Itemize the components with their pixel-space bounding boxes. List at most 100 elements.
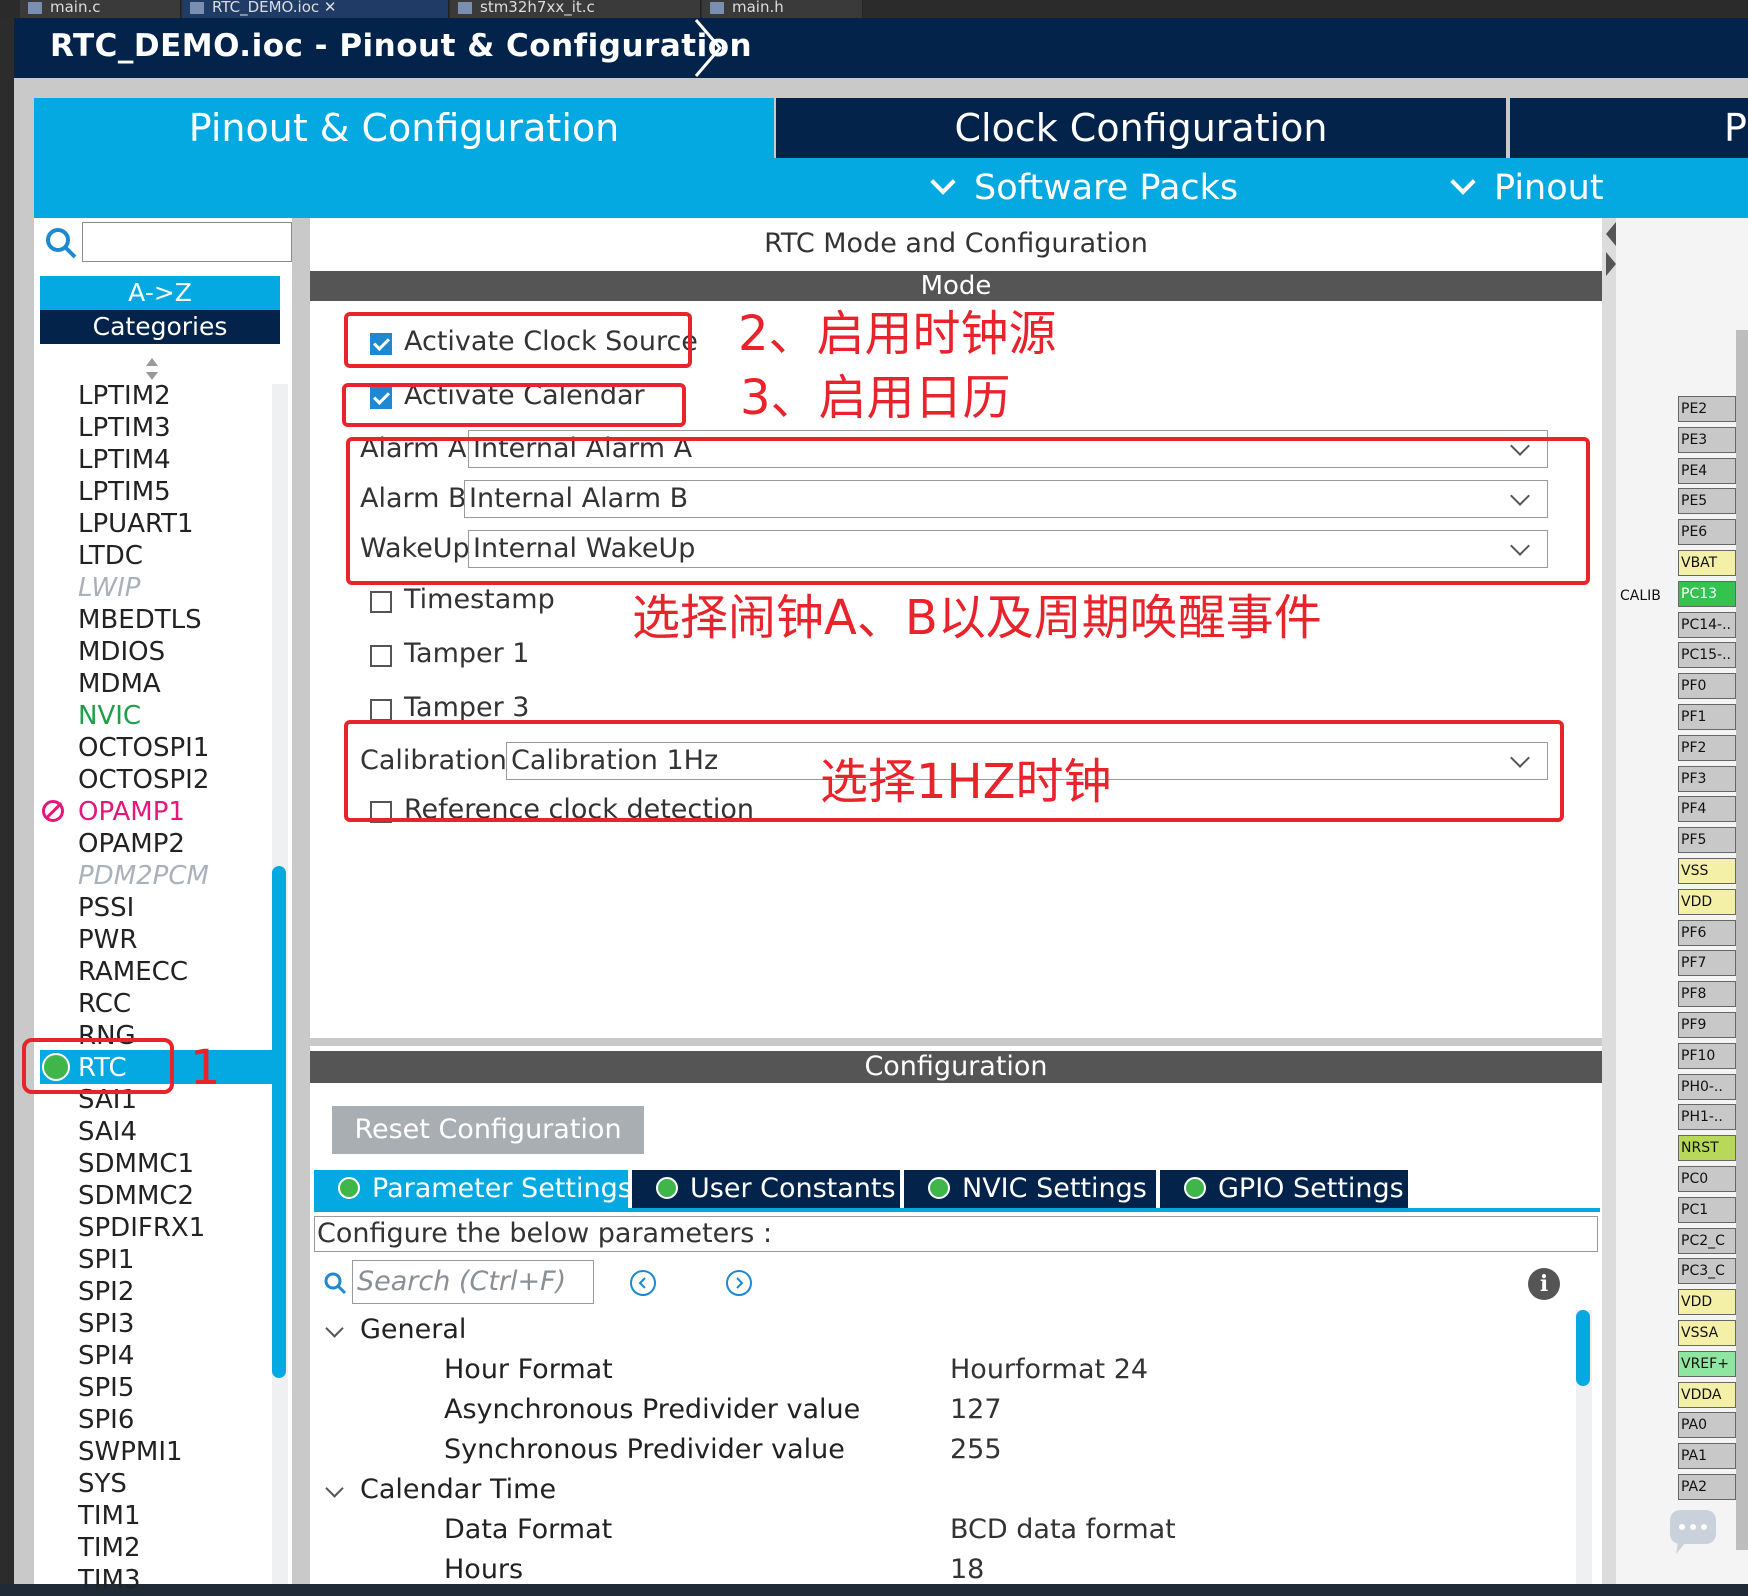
- pin-nrst[interactable]: NRST: [1678, 1135, 1736, 1161]
- sidebar-item-spi2[interactable]: SPI2: [78, 1276, 134, 1308]
- pin-ph1[interactable]: PH1-..: [1678, 1104, 1736, 1130]
- parameter-search-input[interactable]: Search (Ctrl+F): [352, 1260, 594, 1304]
- param-value[interactable]: 255: [950, 1434, 1002, 1465]
- sidebar-item-octospi2[interactable]: OCTOSPI2: [78, 764, 209, 796]
- pin-pf1[interactable]: PF1: [1678, 704, 1736, 730]
- sidebar-item-mbedtls[interactable]: MBEDTLS: [78, 604, 202, 636]
- sort-arrows-icon[interactable]: [144, 356, 160, 382]
- tab-project-manager[interactable]: P: [1510, 98, 1748, 158]
- sidebar-item-mdios[interactable]: MDIOS: [78, 636, 165, 668]
- pin-vdd[interactable]: VDD: [1678, 889, 1736, 915]
- sidebar-item-lptim3[interactable]: LPTIM3: [78, 412, 171, 444]
- sidebar-item-tim3[interactable]: TIM3: [78, 1564, 141, 1596]
- sidebar-item-lwip[interactable]: LWIP: [78, 572, 141, 604]
- reset-configuration-button[interactable]: Reset Configuration: [332, 1106, 644, 1154]
- previous-match-icon[interactable]: [630, 1270, 656, 1296]
- pin-vdd[interactable]: VDD: [1678, 1289, 1736, 1315]
- group-calendar-time[interactable]: Calendar Time: [360, 1474, 556, 1505]
- pin-pc13[interactable]: PC13: [1678, 581, 1736, 607]
- sidebar-item-octospi1[interactable]: OCTOSPI1: [78, 732, 209, 764]
- sidebar-item-tim1[interactable]: TIM1: [78, 1500, 141, 1532]
- pin-ph0[interactable]: PH0-..: [1678, 1074, 1736, 1100]
- pin-pe6[interactable]: PE6: [1678, 519, 1736, 545]
- sidebar-item-spdifrx1[interactable]: SPDIFRX1: [78, 1212, 205, 1244]
- pin-pf0[interactable]: PF0: [1678, 673, 1736, 699]
- sidebar-item-opamp1[interactable]: OPAMP1: [78, 796, 185, 828]
- pin-pc2-c[interactable]: PC2_C: [1678, 1228, 1736, 1254]
- pin-pc15[interactable]: PC15-..: [1678, 642, 1736, 668]
- info-icon[interactable]: i: [1528, 1268, 1560, 1300]
- tab-clock-configuration[interactable]: Clock Configuration: [776, 98, 1506, 158]
- sidebar-item-spi3[interactable]: SPI3: [78, 1308, 134, 1340]
- sidebar-item-sys[interactable]: SYS: [78, 1468, 127, 1500]
- sort-az-button[interactable]: A->Z: [40, 276, 280, 310]
- pin-vss[interactable]: VSS: [1678, 858, 1736, 884]
- sidebar-item-ramecc[interactable]: RAMECC: [78, 956, 188, 988]
- pin-pe2[interactable]: PE2: [1678, 396, 1736, 422]
- sidebar-item-pssi[interactable]: PSSI: [78, 892, 134, 924]
- editor-tab-main-c[interactable]: main.c: [20, 0, 181, 18]
- sidebar-item-opamp2[interactable]: OPAMP2: [78, 828, 185, 860]
- sidebar-item-lptim5[interactable]: LPTIM5: [78, 476, 171, 508]
- sidebar-item-ltdc[interactable]: LTDC: [78, 540, 143, 572]
- pin-pf6[interactable]: PF6: [1678, 920, 1736, 946]
- tab-gpio-settings[interactable]: GPIO Settings: [1160, 1170, 1408, 1208]
- collapse-arrows-icon[interactable]: [1604, 220, 1616, 278]
- param-value[interactable]: 127: [950, 1394, 1002, 1425]
- pin-pa2[interactable]: PA2: [1678, 1474, 1736, 1500]
- sidebar-item-sdmmc2[interactable]: SDMMC2: [78, 1180, 194, 1212]
- list-scrollbar-thumb[interactable]: [272, 866, 286, 1378]
- sidebar-item-nvic[interactable]: NVIC: [78, 700, 141, 732]
- config-scrollbar-thumb[interactable]: [1576, 1310, 1590, 1386]
- pin-vbat[interactable]: VBAT: [1678, 550, 1736, 576]
- pin-pe5[interactable]: PE5: [1678, 488, 1736, 514]
- pin-pf9[interactable]: PF9: [1678, 1012, 1736, 1038]
- sidebar-item-spi4[interactable]: SPI4: [78, 1340, 134, 1372]
- pin-pe4[interactable]: PE4: [1678, 458, 1736, 484]
- search-icon[interactable]: [44, 226, 78, 260]
- splitter[interactable]: [1602, 218, 1616, 1584]
- software-packs-menu[interactable]: Software Packs: [930, 158, 1238, 218]
- sidebar-item-spi6[interactable]: SPI6: [78, 1404, 134, 1436]
- pin-pc3-c[interactable]: PC3_C: [1678, 1258, 1736, 1284]
- pin-pf7[interactable]: PF7: [1678, 950, 1736, 976]
- param-value[interactable]: 18: [950, 1554, 984, 1585]
- pin-pc1[interactable]: PC1: [1678, 1197, 1736, 1223]
- pin-vref[interactable]: VREF+: [1678, 1351, 1736, 1377]
- sidebar-item-lptim2[interactable]: LPTIM2: [78, 380, 171, 412]
- timestamp-checkbox[interactable]: [370, 591, 392, 613]
- editor-tab-it-c[interactable]: stm32h7xx_it.c: [450, 0, 701, 18]
- sidebar-item-pdm2pcm[interactable]: PDM2PCM: [78, 860, 209, 892]
- pin-pc0[interactable]: PC0: [1678, 1166, 1736, 1192]
- pin-pa1[interactable]: PA1: [1678, 1443, 1736, 1469]
- sidebar-item-mdma[interactable]: MDMA: [78, 668, 161, 700]
- pin-pf2[interactable]: PF2: [1678, 735, 1736, 761]
- sidebar-item-lpuart1[interactable]: LPUART1: [78, 508, 194, 540]
- next-match-icon[interactable]: [726, 1270, 752, 1296]
- tamper1-checkbox[interactable]: [370, 645, 392, 667]
- param-value[interactable]: BCD data format: [950, 1514, 1176, 1545]
- sidebar-item-swpmi1[interactable]: SWPMI1: [78, 1436, 183, 1468]
- group-general[interactable]: General: [360, 1314, 466, 1345]
- pin-pa0[interactable]: PA0: [1678, 1412, 1736, 1438]
- pin-vssa[interactable]: VSSA: [1678, 1320, 1736, 1346]
- tamper3-checkbox[interactable]: [370, 699, 392, 721]
- pin-pf8[interactable]: PF8: [1678, 981, 1736, 1007]
- tab-parameter-settings[interactable]: Parameter Settings: [314, 1170, 632, 1208]
- param-value[interactable]: Hourformat 24: [950, 1354, 1148, 1385]
- editor-tab-main-h[interactable]: main.h: [702, 0, 863, 18]
- sidebar-item-sdmmc1[interactable]: SDMMC1: [78, 1148, 194, 1180]
- sidebar-item-sai4[interactable]: SAI4: [78, 1116, 137, 1148]
- pin-pc14[interactable]: PC14-..: [1678, 612, 1736, 638]
- tab-user-constants[interactable]: User Constants: [632, 1170, 900, 1208]
- pin-pf3[interactable]: PF3: [1678, 766, 1736, 792]
- pin-pe3[interactable]: PE3: [1678, 427, 1736, 453]
- tab-nvic-settings[interactable]: NVIC Settings: [904, 1170, 1156, 1208]
- sidebar-item-rcc[interactable]: RCC: [78, 988, 131, 1020]
- sidebar-item-spi1[interactable]: SPI1: [78, 1244, 134, 1276]
- sidebar-item-pwr[interactable]: PWR: [78, 924, 137, 956]
- pinout-menu[interactable]: Pinout: [1450, 158, 1604, 218]
- tab-pinout-configuration[interactable]: Pinout & Configuration: [34, 98, 774, 158]
- pin-pf10[interactable]: PF10: [1678, 1043, 1736, 1069]
- sidebar-item-lptim4[interactable]: LPTIM4: [78, 444, 171, 476]
